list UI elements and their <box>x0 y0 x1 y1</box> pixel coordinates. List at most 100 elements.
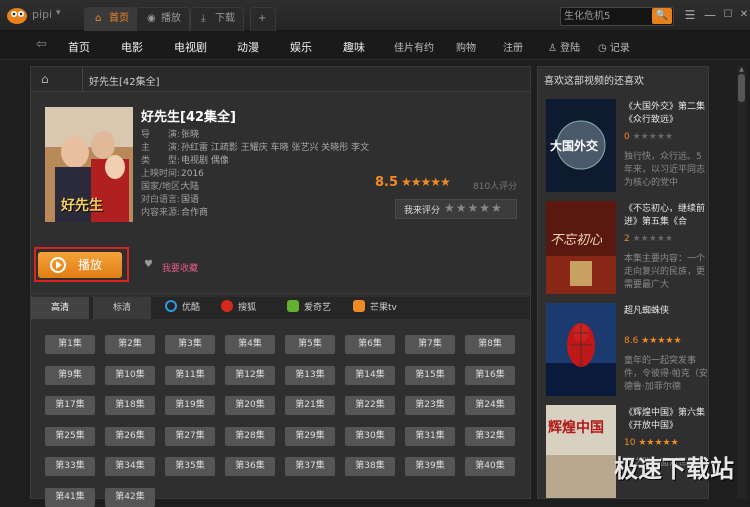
episode-button[interactable]: 第25集 <box>45 426 95 446</box>
episode-button[interactable]: 第12集 <box>225 365 275 385</box>
scroll-up-icon[interactable]: ▲ <box>737 66 746 74</box>
add-tab-button[interactable]: + <box>250 7 276 31</box>
nav-item-register[interactable]: 注册 <box>503 39 523 54</box>
episode-button[interactable]: 第24集 <box>465 396 515 416</box>
menu-icon[interactable]: ☰ <box>682 7 698 23</box>
nav-item-fun[interactable]: 趣味 <box>343 39 365 55</box>
meta-value[interactable]: 张晓 <box>181 130 199 140</box>
episode-button[interactable]: 第20集 <box>225 396 275 416</box>
episode-button[interactable]: 第4集 <box>225 335 275 354</box>
watermark: 极速下载站 <box>614 455 734 483</box>
episode-button[interactable]: 第33集 <box>45 457 95 477</box>
nav-item-entertainment[interactable]: 娱乐 <box>290 39 312 55</box>
episode-button[interactable]: 第30集 <box>345 426 395 446</box>
episode-button[interactable]: 第9集 <box>45 365 95 385</box>
source-iqiyi[interactable]: 爱奇艺 <box>287 297 331 319</box>
nav-item-home[interactable]: 首页 <box>68 39 90 55</box>
episode-button[interactable]: 第7集 <box>405 335 455 354</box>
breadcrumb-title: 好先生[42集全] <box>89 77 160 88</box>
episode-button[interactable]: 第10集 <box>105 365 155 385</box>
episode-button[interactable]: 第31集 <box>405 426 455 446</box>
episode-button[interactable]: 第13集 <box>285 365 335 385</box>
episode-button[interactable]: 第41集 <box>45 488 95 507</box>
search-button[interactable]: 🔍 <box>652 8 672 24</box>
history-button[interactable]: ◷ 记录 <box>598 39 630 54</box>
rate-stars[interactable]: ★★★★★ <box>444 201 503 215</box>
episode-button[interactable]: 第34集 <box>105 457 155 477</box>
meta-value[interactable]: 电视剧 偶像 <box>181 156 229 166</box>
add-tab-label: + <box>258 13 267 24</box>
tab-home[interactable]: ⌂ 首页 <box>84 7 138 31</box>
episode-button[interactable]: 第16集 <box>465 365 515 385</box>
episode-button[interactable]: 第36集 <box>225 457 275 477</box>
tab-play[interactable]: ◉ 播放 <box>136 7 190 31</box>
episode-button[interactable]: 第32集 <box>465 426 515 446</box>
episode-button[interactable]: 第21集 <box>285 396 335 416</box>
episode-button[interactable]: 第28集 <box>225 426 275 446</box>
recommendation-item[interactable]: 大国外交 《大国外交》第二集《众行致远》 0 ★★★★★ 独行快，众行远。5年来… <box>546 99 709 196</box>
nav-item-tv[interactable]: 电视剧 <box>174 39 207 55</box>
episode-button[interactable]: 第27集 <box>165 426 215 446</box>
recommendation-title[interactable]: 超凡蜘蛛侠 <box>624 305 708 318</box>
nav-item-featured[interactable]: 佳片有约 <box>394 39 434 54</box>
minimize-icon[interactable]: — <box>702 7 718 23</box>
scrollbar[interactable]: ▲ <box>737 66 746 499</box>
meta-year: 上映时间:2016 <box>141 168 204 180</box>
episode-button[interactable]: 第26集 <box>105 426 155 446</box>
recommendation-title[interactable]: 《辉煌中国》第六集《开放中国》 <box>624 407 708 433</box>
episode-button[interactable]: 第17集 <box>45 396 95 416</box>
episode-button[interactable]: 第35集 <box>165 457 215 477</box>
tab-download[interactable]: ⤓ 下载 <box>190 7 244 31</box>
maximize-icon[interactable]: ☐ <box>720 7 736 23</box>
episode-button[interactable]: 第40集 <box>465 457 515 477</box>
poster-image[interactable]: 好先生 <box>45 107 133 222</box>
recommendation-item[interactable]: 超凡蜘蛛侠 8.6 ★★★★★ 童年的一起突发事件，令彼得·帕克（安德鲁·加菲尔… <box>546 303 709 400</box>
episode-button[interactable]: 第22集 <box>345 396 395 416</box>
source-youku[interactable]: 优酷 <box>165 297 200 319</box>
episode-button[interactable]: 第14集 <box>345 365 395 385</box>
close-icon[interactable]: ✕ <box>736 7 750 23</box>
nav-item-anime[interactable]: 动漫 <box>237 39 259 55</box>
source-label: 优酷 <box>182 303 201 313</box>
episode-button[interactable]: 第38集 <box>345 457 395 477</box>
login-button[interactable]: ♙ 登陆 <box>548 39 580 54</box>
episode-button[interactable]: 第6集 <box>345 335 395 354</box>
nav-item-shopping[interactable]: 购物 <box>456 39 476 54</box>
episode-button[interactable]: 第23集 <box>405 396 455 416</box>
episode-button[interactable]: 第1集 <box>45 335 95 354</box>
episode-button[interactable]: 第18集 <box>105 396 155 416</box>
episode-button[interactable]: 第15集 <box>405 365 455 385</box>
episode-button[interactable]: 第3集 <box>165 335 215 354</box>
app-menu-dropdown[interactable]: ▾ <box>56 8 61 18</box>
source-mango[interactable]: 芒果tv <box>353 297 397 319</box>
episode-button[interactable]: 第19集 <box>165 396 215 416</box>
scrollbar-thumb[interactable] <box>738 74 745 102</box>
quality-tab-hd[interactable]: 高清 <box>31 297 89 319</box>
rating-score: 2 <box>624 234 630 244</box>
home-icon[interactable]: ⌂ <box>41 72 49 86</box>
episode-button[interactable]: 第11集 <box>165 365 215 385</box>
episode-button[interactable]: 第29集 <box>285 426 335 446</box>
quality-tab-sd[interactable]: 标清 <box>93 297 151 319</box>
favorite-link[interactable]: 我要收藏 <box>162 261 198 274</box>
meta-value[interactable]: 孙红雷 江疏影 王耀庆 车晓 张艺兴 关晓彤 李文 <box>181 143 369 153</box>
nav-item-movie[interactable]: 电影 <box>121 39 143 55</box>
episode-button[interactable]: 第37集 <box>285 457 335 477</box>
episode-button[interactable]: 第2集 <box>105 335 155 354</box>
recommendation-item[interactable]: 不忘初心 《不忘初心，继续前进》第五集《合 2 ★★★★★ 本集主要内容：一个走… <box>546 201 709 298</box>
recommendation-title[interactable]: 《大国外交》第二集《众行致远》 <box>624 101 708 127</box>
source-label: 芒果tv <box>370 303 397 313</box>
recommendation-title[interactable]: 《不忘初心，继续前进》第五集《合 <box>624 203 708 229</box>
source-sohu[interactable]: 搜狐 <box>221 297 256 319</box>
episode-button[interactable]: 第39集 <box>405 457 455 477</box>
back-icon[interactable]: ⇦ <box>36 37 47 52</box>
rating-score: 8.5 <box>375 175 399 190</box>
thumbnail-image[interactable]: 大国外交 <box>546 99 616 192</box>
thumbnail-image[interactable]: 辉煌中国 <box>546 405 616 498</box>
episode-button[interactable]: 第42集 <box>105 488 155 507</box>
heart-icon[interactable]: ♥ <box>144 259 153 270</box>
episode-button[interactable]: 第5集 <box>285 335 335 354</box>
episode-button[interactable]: 第8集 <box>465 335 515 354</box>
thumbnail-image[interactable]: 不忘初心 <box>546 201 616 294</box>
thumbnail-image[interactable] <box>546 303 616 396</box>
